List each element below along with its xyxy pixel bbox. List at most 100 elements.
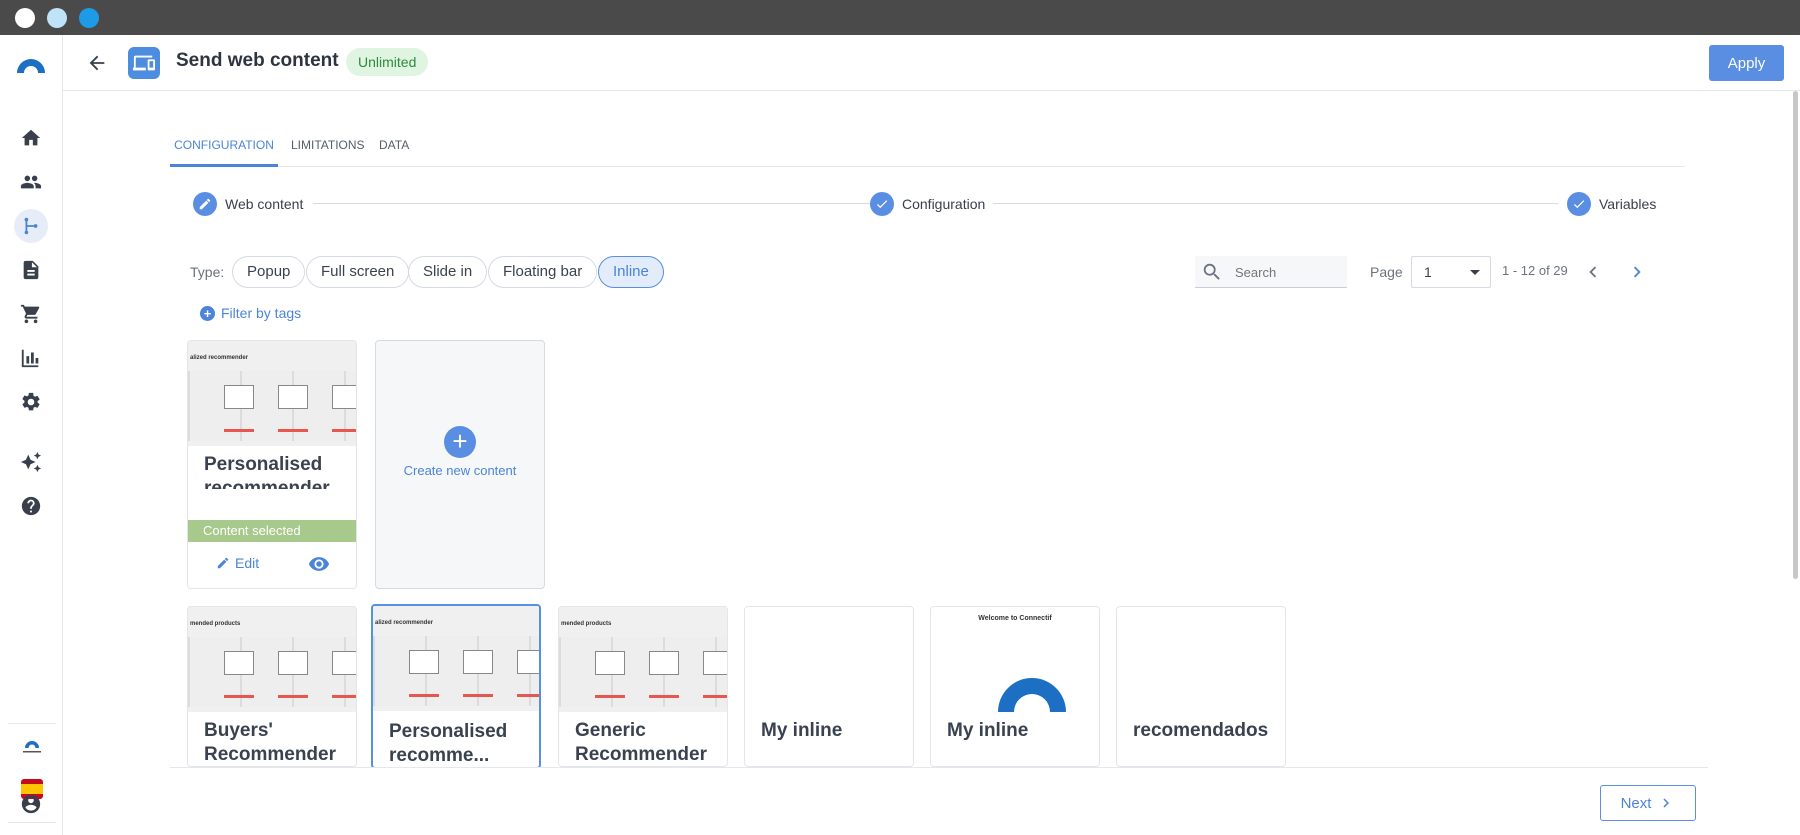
- sidebar: [0, 35, 63, 835]
- connectif-logo[interactable]: [14, 51, 48, 75]
- sparkle-icon[interactable]: [14, 445, 48, 479]
- page-header: Send web content Unlimited Apply: [63, 35, 1800, 91]
- search-input[interactable]: [1235, 262, 1340, 282]
- page-label: Page: [1370, 264, 1403, 280]
- card-title: Personalised recommender: [204, 454, 330, 489]
- edit-button[interactable]: Edit: [216, 555, 259, 571]
- pagination-range: 1 - 12 of 29: [1502, 263, 1568, 278]
- connectif-logo-image: [978, 635, 1086, 712]
- card-title: Buyers' Recommender: [204, 720, 336, 765]
- tab-limitations[interactable]: LIMITATIONS: [291, 126, 365, 167]
- tab-configuration[interactable]: CONFIGURATION: [170, 126, 278, 167]
- next-button[interactable]: Next: [1600, 785, 1696, 821]
- content-thumbnail: mended products: [188, 607, 356, 712]
- reports-icon[interactable]: [14, 341, 48, 375]
- brand-mini-logo[interactable]: [20, 736, 44, 756]
- chevron-right-icon: [1663, 798, 1670, 808]
- filter-by-tags-link[interactable]: + Filter by tags: [200, 305, 301, 321]
- arrow-left-icon: [89, 55, 105, 71]
- card-title: recomendados: [1133, 720, 1269, 741]
- stepper: Web content Configuration Variables: [193, 191, 1656, 217]
- type-chip-full-screen[interactable]: Full screen: [306, 256, 410, 288]
- content-selected-bar: Content selected: [188, 520, 356, 542]
- scrollbar-thumb[interactable]: [1793, 91, 1798, 579]
- step-connector: [313, 203, 873, 204]
- step-variables[interactable]: Variables: [1567, 191, 1656, 217]
- card-title: Personalised recomme...: [389, 721, 508, 766]
- thumbnail-title: mended products: [190, 621, 241, 627]
- content-card[interactable]: recomendados: [1116, 606, 1286, 767]
- search-field[interactable]: [1195, 256, 1347, 288]
- card-title: My inline: [761, 720, 843, 741]
- preview-eye-icon[interactable]: [308, 553, 330, 575]
- apply-button[interactable]: Apply: [1709, 45, 1784, 81]
- filter-by-tags-label: Filter by tags: [221, 305, 302, 321]
- content-thumbnail: alized recommender: [188, 341, 356, 446]
- content-card[interactable]: Welcome to Connectif My inline: [930, 606, 1100, 767]
- card-title: Generic Recommender: [575, 720, 707, 765]
- tab-bar: CONFIGURATION LIMITATIONS DATA: [170, 126, 1685, 167]
- workflows-icon[interactable]: [14, 209, 48, 243]
- create-new-content-label: Create new content: [403, 463, 517, 478]
- user-account-icon[interactable]: [14, 787, 48, 821]
- edit-label: Edit: [235, 555, 260, 571]
- step-label: Web content: [225, 196, 304, 212]
- next-label: Next: [1620, 794, 1652, 812]
- thumbnail-title: Welcome to Connectif: [978, 615, 1052, 622]
- type-chip-floating-bar[interactable]: Floating bar: [488, 256, 598, 288]
- content-thumbnail: mended products: [559, 607, 727, 712]
- type-chip-popup[interactable]: Popup: [232, 256, 306, 288]
- window-close-button[interactable]: [15, 8, 35, 28]
- web-content-type-icon: [128, 47, 160, 79]
- thumbnail-title: mended products: [561, 621, 612, 627]
- window-titlebar: [0, 0, 1800, 35]
- pencil-icon: [193, 192, 217, 216]
- window-minimize-button[interactable]: [47, 8, 67, 28]
- content-card[interactable]: mended products Buyers' Recommender: [187, 606, 357, 767]
- step-web-content[interactable]: Web content: [193, 191, 303, 217]
- check-icon: [870, 192, 894, 216]
- content-card-highlighted[interactable]: alized recommender Personalised recomme.…: [371, 604, 541, 769]
- step-configuration[interactable]: Configuration: [870, 191, 985, 217]
- selected-content-card[interactable]: alized recommender Personalised recommen…: [187, 340, 357, 589]
- status-badge: Unlimited: [346, 48, 429, 76]
- scrollbar[interactable]: [1790, 91, 1800, 835]
- content-thumbnail: Welcome to Connectif: [931, 607, 1099, 712]
- footer: Next: [170, 767, 1708, 835]
- chevron-right-icon: [1633, 266, 1641, 278]
- type-filter-label: Type:: [190, 264, 225, 280]
- type-chip-inline[interactable]: Inline: [598, 256, 664, 288]
- back-button[interactable]: [83, 49, 111, 77]
- step-label: Variables: [1599, 196, 1657, 212]
- create-new-content-card[interactable]: + Create new content: [375, 340, 545, 589]
- content-card[interactable]: mended products Generic Recommender: [558, 606, 728, 767]
- tab-data[interactable]: DATA: [379, 126, 409, 167]
- home-icon[interactable]: [14, 121, 48, 155]
- next-page-button[interactable]: [1625, 260, 1649, 284]
- pencil-icon: [217, 557, 229, 569]
- previous-page-button[interactable]: [1581, 260, 1605, 284]
- plus-circle-icon: +: [444, 426, 476, 458]
- settings-icon[interactable]: [14, 385, 48, 419]
- cart-icon[interactable]: [14, 297, 48, 331]
- contacts-icon[interactable]: [14, 165, 48, 199]
- card-title: My inline: [947, 720, 1029, 741]
- caret-down-icon: [1470, 270, 1480, 275]
- type-chip-slide-in[interactable]: Slide in: [408, 256, 488, 288]
- step-label: Configuration: [902, 196, 986, 212]
- content-card[interactable]: My inline: [744, 606, 914, 767]
- card-actions: Edit: [188, 551, 356, 581]
- plus-circle-icon: +: [200, 305, 215, 321]
- step-connector: [993, 203, 1558, 204]
- check-icon: [1567, 192, 1591, 216]
- thumbnail-title: alized recommender: [375, 620, 434, 626]
- document-icon[interactable]: [14, 253, 48, 287]
- search-icon: [1203, 263, 1220, 280]
- thumbnail-title: alized recommender: [190, 355, 249, 361]
- page-title: Send web content: [176, 50, 339, 71]
- page-select[interactable]: 1: [1411, 256, 1491, 288]
- chevron-left-icon: [1589, 266, 1597, 278]
- content-thumbnail: alized recommender: [373, 606, 539, 711]
- window-maximize-button[interactable]: [79, 8, 99, 28]
- help-icon[interactable]: [14, 489, 48, 523]
